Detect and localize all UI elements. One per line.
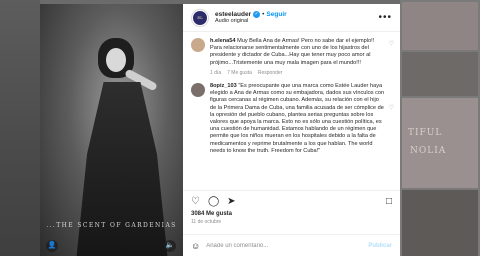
background-text: NOLIA (410, 146, 447, 156)
tagged-user-icon[interactable]: 👤 (46, 240, 58, 252)
follow-button[interactable]: Seguir (266, 11, 286, 18)
comment-input[interactable] (206, 242, 363, 249)
reply-button[interactable]: Responder (258, 70, 282, 77)
separator: • (262, 10, 265, 18)
comment-icon[interactable]: ◯ (208, 196, 219, 208)
share-icon[interactable]: ➤ (227, 196, 235, 208)
background-tile (402, 98, 478, 188)
like-icon[interactable]: ♡ (191, 196, 200, 208)
mute-icon[interactable]: 🔈 (164, 240, 176, 252)
comment-item: h.elena54 Muy Bella Ana de Armas! Pero n… (191, 38, 394, 77)
media-figure (76, 82, 168, 256)
background-tile (402, 2, 478, 50)
more-options-icon[interactable]: ••• (378, 12, 392, 23)
comment-username[interactable]: 8opiz_103 (210, 83, 237, 89)
post-date: 11 de octubre (191, 219, 222, 225)
post-panel: EL esteelauder ✓ • Seguir Audio original… (183, 4, 400, 256)
comment-username[interactable]: h.elena54 (210, 38, 236, 44)
comment-likes[interactable]: 7 Me gusta (227, 70, 252, 77)
publish-button[interactable]: Publicar (368, 243, 392, 249)
comment-composer: ☺ Publicar (183, 234, 400, 256)
heart-icon[interactable]: ♡ (389, 104, 394, 111)
post-modal: ...THE SCENT OF GARDENIAS 👤 🔈 EL esteela… (40, 4, 400, 256)
post-media[interactable]: ...THE SCENT OF GARDENIAS 👤 🔈 (40, 4, 183, 256)
media-figure (106, 48, 126, 72)
comment-avatar[interactable] (191, 38, 205, 52)
background-feed-left (0, 0, 40, 256)
media-caption: ...THE SCENT OF GARDENIAS (46, 222, 177, 229)
post-header: EL esteelauder ✓ • Seguir Audio original… (183, 4, 400, 32)
avatar[interactable]: EL (191, 8, 209, 27)
post-actions: ♡ ◯ ➤ □ 3084 Me gusta 11 de octubre (183, 190, 400, 234)
comment-item: 8opiz_103 "Es preocupante que una marca … (191, 83, 394, 155)
post-username[interactable]: esteelauder (215, 11, 251, 18)
background-tile (402, 52, 478, 96)
background-text: TIFUL (408, 128, 443, 138)
heart-icon[interactable]: ♡ (389, 40, 394, 47)
background-tile (402, 190, 478, 256)
audio-label[interactable]: Audio original (215, 18, 287, 24)
save-icon[interactable]: □ (386, 196, 392, 208)
verified-icon: ✓ (253, 10, 261, 18)
likes-count[interactable]: 3084 Me gusta (191, 211, 392, 217)
comment-avatar[interactable] (191, 83, 205, 98)
comment-text: "Es preocupante que una marca como Estée… (210, 83, 385, 154)
comments-list: h.elena54 Muy Bella Ana de Armas! Pero n… (183, 32, 400, 190)
avatar-logo: EL (193, 10, 207, 25)
emoji-icon[interactable]: ☺ (191, 241, 200, 251)
comment-time[interactable]: 1 día (210, 70, 221, 77)
